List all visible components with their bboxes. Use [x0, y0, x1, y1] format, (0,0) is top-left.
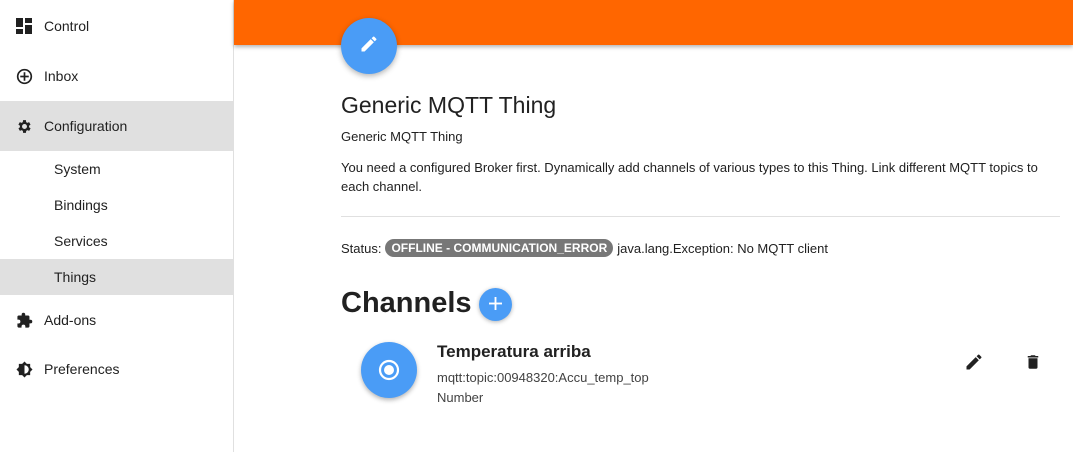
- status-label: Status:: [341, 240, 382, 256]
- sidebar-item-label: System: [54, 161, 101, 177]
- edit-channel-button[interactable]: [963, 353, 985, 375]
- add-channel-button[interactable]: [479, 288, 512, 321]
- trash-icon: [1024, 352, 1042, 377]
- sidebar-item-add-ons[interactable]: Add-ons: [0, 296, 233, 344]
- sidebar-item-preferences[interactable]: Preferences: [0, 344, 233, 394]
- sidebar-item-things[interactable]: Things: [0, 259, 233, 295]
- radio-button-icon: [361, 342, 417, 398]
- sidebar: Control Inbox Configuration System Bindi…: [0, 0, 234, 452]
- sidebar-item-label: Inbox: [44, 68, 79, 84]
- status-badge: OFFLINE - COMMUNICATION_ERROR: [385, 239, 614, 257]
- channels-title: Channels: [341, 287, 472, 319]
- sidebar-item-label: Services: [54, 233, 108, 249]
- puzzle-icon: [15, 311, 33, 329]
- sidebar-item-label: Control: [44, 17, 90, 34]
- edit-thing-button[interactable]: [341, 18, 397, 74]
- channel-name: Temperatura arriba: [437, 342, 591, 361]
- sidebar-item-label: Preferences: [44, 361, 120, 377]
- channel-uid: mqtt:topic:00948320:Accu_temp_top: [437, 370, 649, 385]
- thing-description: You need a configured Broker first. Dyna…: [341, 160, 1038, 194]
- thing-type-label: Generic MQTT Thing: [341, 129, 463, 144]
- sidebar-item-bindings[interactable]: Bindings: [0, 187, 233, 223]
- sidebar-item-system[interactable]: System: [0, 151, 233, 187]
- sidebar-item-label: Configuration: [44, 118, 128, 134]
- pencil-icon: [964, 352, 984, 377]
- add-circle-icon: [15, 67, 33, 85]
- sidebar-item-label: Add-ons: [44, 312, 97, 328]
- pencil-icon: [359, 34, 379, 59]
- divider: [341, 216, 1060, 217]
- sidebar-item-label: Bindings: [54, 197, 108, 213]
- sidebar-item-configuration[interactable]: Configuration: [0, 101, 233, 151]
- dashboard-icon: [15, 17, 33, 35]
- channel-type: Number: [437, 390, 484, 405]
- status-detail: java.lang.Exception: No MQTT client: [617, 240, 828, 256]
- sidebar-item-control[interactable]: Control: [0, 0, 233, 51]
- page-title: Generic MQTT Thing: [341, 92, 557, 118]
- sidebar-item-label: Things: [54, 269, 97, 285]
- status-row: Status: OFFLINE - COMMUNICATION_ERROR ja…: [341, 239, 828, 257]
- delete-channel-button[interactable]: [1022, 353, 1044, 375]
- plus-icon: [489, 294, 502, 315]
- gear-icon: [15, 117, 33, 135]
- sidebar-item-services[interactable]: Services: [0, 223, 233, 259]
- sidebar-item-inbox[interactable]: Inbox: [0, 51, 233, 101]
- brightness-icon: [15, 360, 33, 378]
